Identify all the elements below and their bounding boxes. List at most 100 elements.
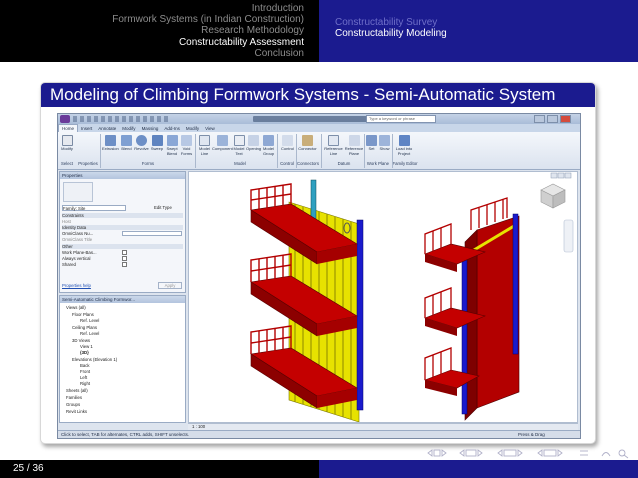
tree-item-ceiling-ref-level[interactable]: Ref. Level	[80, 331, 99, 336]
omniclass-number-field[interactable]	[122, 231, 182, 236]
tree-item-ceiling-plans[interactable]: Ceiling Plans	[72, 325, 97, 330]
quick-access-toolbar[interactable]	[73, 116, 168, 122]
tree-item-views[interactable]: Views (all)	[66, 305, 86, 310]
modify-button[interactable]: Modify	[60, 135, 74, 152]
view-cube	[540, 183, 566, 209]
tree-item-left[interactable]: Left	[80, 375, 87, 380]
section-identity-data[interactable]: Identity Data	[62, 225, 86, 230]
climbing-formwork-right-assembly	[424, 197, 520, 421]
revit-window-screenshot: Type a keyword or phrase Home Insert Annot…	[57, 113, 581, 439]
tree-item-3d[interactable]: {3D}	[80, 350, 89, 355]
nav-back-icon	[601, 452, 611, 457]
connector-icon	[302, 135, 313, 146]
section-other[interactable]: Other	[62, 244, 73, 249]
tab-home[interactable]: Home	[58, 124, 79, 132]
tree-item-sheets[interactable]: Sheets (all)	[66, 388, 88, 393]
toc-item-formwork-systems[interactable]: Formwork Systems (in Indian Construction…	[112, 14, 304, 25]
footer-left	[0, 460, 319, 478]
tree-item-floor-plans[interactable]: Floor Plans	[72, 312, 94, 317]
work-plane-based-checkbox[interactable]	[122, 250, 127, 255]
tree-item-groups[interactable]: Groups	[66, 402, 80, 407]
family-selector-dropdown[interactable]: Family: Site	[62, 205, 126, 211]
model-group-button[interactable]: Model Group	[262, 135, 275, 156]
status-text: Click to select, TAB for alternates, CTR…	[61, 432, 190, 437]
blue-climbing-rail	[356, 219, 364, 411]
subsection-constructability-modeling[interactable]: Constructability Modeling	[335, 28, 447, 39]
press-drag-toggle[interactable]: Press & Drag	[518, 431, 545, 438]
tree-item-view-1[interactable]: View 1	[80, 344, 93, 349]
model-line-button[interactable]: Model Line	[198, 135, 211, 156]
beamer-navigation-symbols	[427, 449, 629, 459]
ribbon-separator	[296, 134, 297, 168]
reference-line-button[interactable]: Reference Line	[324, 135, 343, 156]
shared-checkbox[interactable]	[122, 262, 127, 267]
blend-icon	[121, 135, 132, 146]
model-line-icon	[199, 135, 210, 146]
sweep-icon	[151, 135, 163, 146]
property-always-vertical: Always vertical	[62, 256, 91, 261]
nav-prev-subsection-icon	[459, 449, 465, 457]
connector-button[interactable]: Connector	[298, 135, 317, 152]
minimize-icon[interactable]	[534, 115, 545, 123]
nav-prev-frame-icon	[427, 449, 433, 457]
subsection-constructability-survey[interactable]: Constructability Survey	[335, 17, 447, 28]
control-button[interactable]: Control	[280, 135, 295, 152]
view-control-bar: 1 : 100	[188, 423, 578, 430]
application-menu-icon[interactable]	[60, 115, 70, 123]
tree-item-front[interactable]: Front	[80, 369, 90, 374]
swept-blend-icon	[166, 135, 178, 146]
show-icon	[379, 135, 390, 146]
set-button[interactable]: Set	[366, 135, 377, 152]
toc-item-conclusion[interactable]: Conclusion	[112, 48, 304, 59]
ribbon-separator	[277, 134, 278, 168]
component-button[interactable]: Component	[212, 135, 233, 152]
properties-help-link[interactable]: Properties help	[62, 283, 91, 288]
swept-blend-button[interactable]: Swept Blend	[165, 135, 179, 156]
tree-item-back[interactable]: Back	[80, 363, 90, 368]
properties-title: Properties	[60, 172, 185, 179]
section-constraints[interactable]: Constraints	[62, 213, 84, 218]
revit-title-bar: Type a keyword or phrase	[58, 114, 580, 124]
tree-item-families[interactable]: Families	[66, 395, 82, 400]
void-forms-button[interactable]: Void Forms	[180, 135, 193, 156]
climbing-formwork-left-assembly	[250, 179, 364, 422]
apply-button[interactable]: Apply	[158, 282, 182, 289]
project-browser: Semi-Automatic Climbing Formwor... Views…	[59, 295, 186, 423]
tree-item-revit-links[interactable]: Revit Links	[66, 409, 87, 414]
ribbon-group-select: Select	[61, 161, 73, 166]
3d-viewport[interactable]	[188, 171, 578, 423]
tree-item-floor-ref-level[interactable]: Ref. Level	[80, 318, 99, 323]
blue-climbing-rail	[461, 251, 468, 415]
always-vertical-checkbox[interactable]	[122, 256, 127, 261]
extrusion-button[interactable]: Extrusion	[102, 135, 119, 152]
void-forms-icon	[181, 135, 192, 146]
property-work-plane-based: Work Plane-Bas...	[62, 250, 97, 255]
blend-button[interactable]: Blend	[120, 135, 133, 152]
ribbon-separator	[195, 134, 196, 168]
revolve-button[interactable]: Revolve	[134, 135, 149, 152]
load-into-project-button[interactable]: Load into Project	[394, 135, 414, 156]
load-into-project-icon	[398, 135, 410, 146]
reference-line-icon	[328, 135, 339, 146]
view-scale[interactable]: 1 : 100	[192, 424, 205, 429]
ribbon-group-control: Control	[280, 161, 294, 166]
search-input[interactable]: Type a keyword or phrase	[366, 115, 436, 123]
ribbon-group-model: Model	[234, 161, 246, 166]
toc-item-research-methodology[interactable]: Research Methodology	[112, 25, 304, 36]
model-group-icon	[263, 135, 274, 146]
maximize-icon[interactable]	[547, 115, 558, 123]
show-button[interactable]: Show	[378, 135, 391, 152]
tree-item-right[interactable]: Right	[80, 381, 90, 386]
model-text-button[interactable]: Model Text	[233, 135, 245, 156]
edit-type-button[interactable]: Edit Type	[154, 205, 172, 210]
nav-document-icon	[543, 449, 557, 457]
nav-next-section-icon	[517, 449, 523, 457]
tree-item-elevations[interactable]: Elevations (Elevation 1)	[72, 357, 117, 362]
toc-item-introduction[interactable]: Introduction	[112, 3, 304, 14]
tree-item-3d-views[interactable]: 3D Views	[72, 338, 90, 343]
sweep-button[interactable]: Sweep	[150, 135, 164, 152]
reference-plane-button[interactable]: Reference Plane	[344, 135, 364, 156]
toc-item-constructability-assessment[interactable]: Constructability Assessment	[112, 37, 304, 48]
opening-button[interactable]: Opening	[246, 135, 261, 152]
close-icon[interactable]	[560, 115, 571, 123]
